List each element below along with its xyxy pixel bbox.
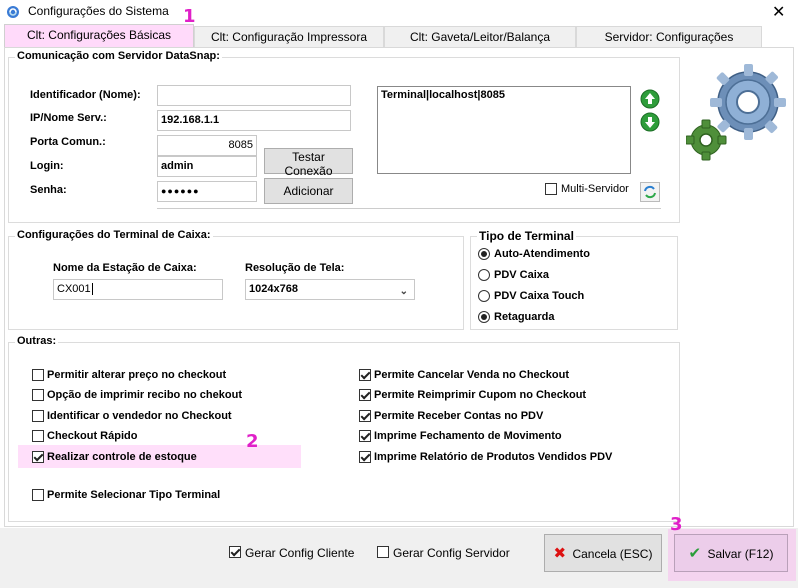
move-up-icon[interactable] <box>640 89 660 109</box>
marker-1: 1 <box>183 6 196 27</box>
adicionar-button[interactable]: Adicionar <box>264 178 353 204</box>
estacao-label: Nome da Estação de Caixa: <box>53 262 197 274</box>
radio-auto-atendimento-label: Auto-Atendimento <box>494 248 590 260</box>
text-caret <box>91 283 93 295</box>
checkbox-controle-estoque-label: Realizar controle de estoque <box>47 451 197 463</box>
multi-servidor-checkbox[interactable] <box>545 183 557 195</box>
tab-configuracao-impressora[interactable]: Clt: Configuração Impressora <box>194 26 384 47</box>
gears-icon <box>686 64 786 161</box>
marker-3: 3 <box>670 514 683 535</box>
checkbox-receber-contas-label: Permite Receber Contas no PDV <box>374 410 544 422</box>
checkbox-identificar-vendedor-label: Identificar o vendedor no Checkout <box>47 410 232 422</box>
checkbox-identificar-vendedor[interactable] <box>32 410 44 422</box>
tab-servidor-configuracoes[interactable]: Servidor: Configurações <box>576 26 762 47</box>
save-button[interactable]: ✔ Salvar (F12) <box>674 534 788 572</box>
checkbox-alterar-preco-label: Permitir alterar preço no checkout <box>47 369 227 381</box>
refresh-icon[interactable] <box>640 182 660 202</box>
checkbox-cancelar-venda-label: Permite Cancelar Venda no Checkout <box>374 369 570 381</box>
tab-gaveta-leitor-balanca[interactable]: Clt: Gaveta/Leitor/Balança <box>384 26 576 47</box>
porta-label: Porta Comun.: <box>30 136 106 148</box>
window-title: Configurações do Sistema <box>28 4 169 18</box>
server-list[interactable]: Terminal|localhost|8085 <box>377 86 631 174</box>
checkbox-checkout-rapido[interactable] <box>32 430 44 442</box>
ip-label: IP/Nome Serv.: <box>30 112 107 124</box>
checkbox-relatorio-produtos-label: Imprime Relatório de Produtos Vendidos P… <box>374 451 613 463</box>
radio-retaguarda[interactable] <box>478 311 490 323</box>
checkbox-selecionar-tipo-terminal-label: Permite Selecionar Tipo Terminal <box>47 489 221 501</box>
cancel-label: Cancela (ESC) <box>572 547 653 561</box>
senha-input[interactable]: ●●●●●● <box>157 181 257 202</box>
tab-bar: Clt: Configurações Básicas Clt: Configur… <box>0 24 798 48</box>
tipo-terminal-title: Tipo de Terminal <box>477 229 576 243</box>
checkbox-imprimir-recibo-label: Opção de imprimir recibo no chekout <box>47 389 242 401</box>
checkbox-reimprimir-cupom-label: Permite Reimprimir Cupom no Checkout <box>374 389 587 401</box>
list-item[interactable]: Terminal|localhost|8085 <box>378 87 630 103</box>
checkbox-relatorio-produtos[interactable] <box>359 451 371 463</box>
checkbox-controle-estoque[interactable] <box>32 451 44 463</box>
terminal-group-title: Configurações do Terminal de Caixa: <box>15 229 213 241</box>
outras-group-title: Outras: <box>15 335 59 347</box>
estacao-input[interactable]: CX001 <box>53 279 223 300</box>
porta-input[interactable]: 8085 <box>157 135 257 156</box>
resolucao-label: Resolução de Tela: <box>245 262 345 274</box>
app-icon <box>7 6 19 18</box>
checkbox-gerar-config-servidor[interactable] <box>377 546 389 558</box>
multi-servidor-label: Multi-Servidor <box>561 183 629 195</box>
gerar-config-cliente-label: Gerar Config Cliente <box>245 546 355 560</box>
identificador-input[interactable] <box>157 85 351 106</box>
login-input[interactable]: admin <box>157 156 257 177</box>
radio-retaguarda-label: Retaguarda <box>494 311 555 323</box>
identificador-label: Identificador (Nome): <box>30 89 141 101</box>
radio-auto-atendimento[interactable] <box>478 248 490 260</box>
ip-input[interactable]: 192.168.1.1 <box>157 110 351 131</box>
login-label: Login: <box>30 160 64 172</box>
check-icon: ✔ <box>688 544 702 562</box>
checkbox-checkout-rapido-label: Checkout Rápido <box>47 430 138 442</box>
marker-2: 2 <box>246 431 259 452</box>
checkbox-imprimir-recibo[interactable] <box>32 389 44 401</box>
checkbox-gerar-config-cliente[interactable] <box>229 546 241 558</box>
checkbox-receber-contas[interactable] <box>359 410 371 422</box>
checkbox-fechamento-movimento[interactable] <box>359 430 371 442</box>
chevron-down-icon: ⌄ <box>399 286 408 297</box>
move-down-icon[interactable] <box>640 112 660 132</box>
title-bar: Configurações do Sistema ✕ <box>0 0 798 24</box>
estacao-value: CX001 <box>57 283 91 295</box>
save-label: Salvar (F12) <box>707 547 774 561</box>
radio-pdv-caixa-label: PDV Caixa <box>494 269 550 281</box>
cancel-x-icon: ✖ <box>553 544 567 562</box>
gerar-config-servidor-label: Gerar Config Servidor <box>393 546 510 560</box>
checkbox-reimprimir-cupom[interactable] <box>359 389 371 401</box>
tab-configuracoes-basicas[interactable]: Clt: Configurações Básicas <box>4 24 194 48</box>
checkbox-cancelar-venda[interactable] <box>359 369 371 381</box>
radio-pdv-caixa-touch[interactable] <box>478 290 490 302</box>
checkbox-fechamento-movimento-label: Imprime Fechamento de Movimento <box>374 430 562 442</box>
testar-conexao-button[interactable]: Testar Conexão <box>264 148 353 178</box>
checkbox-selecionar-tipo-terminal[interactable] <box>32 489 44 501</box>
radio-pdv-caixa[interactable] <box>478 269 490 281</box>
close-icon[interactable]: ✕ <box>772 2 785 21</box>
checkbox-alterar-preco[interactable] <box>32 369 44 381</box>
server-divider <box>157 208 661 209</box>
cancel-button[interactable]: ✖ Cancela (ESC) <box>544 534 662 572</box>
server-group-title: Comunicação com Servidor DataSnap: <box>15 50 222 62</box>
resolucao-select[interactable]: 1024x768 ⌄ <box>245 279 415 300</box>
resolucao-value: 1024x768 <box>249 283 298 295</box>
radio-pdv-caixa-touch-label: PDV Caixa Touch <box>494 290 585 302</box>
senha-label: Senha: <box>30 184 67 196</box>
